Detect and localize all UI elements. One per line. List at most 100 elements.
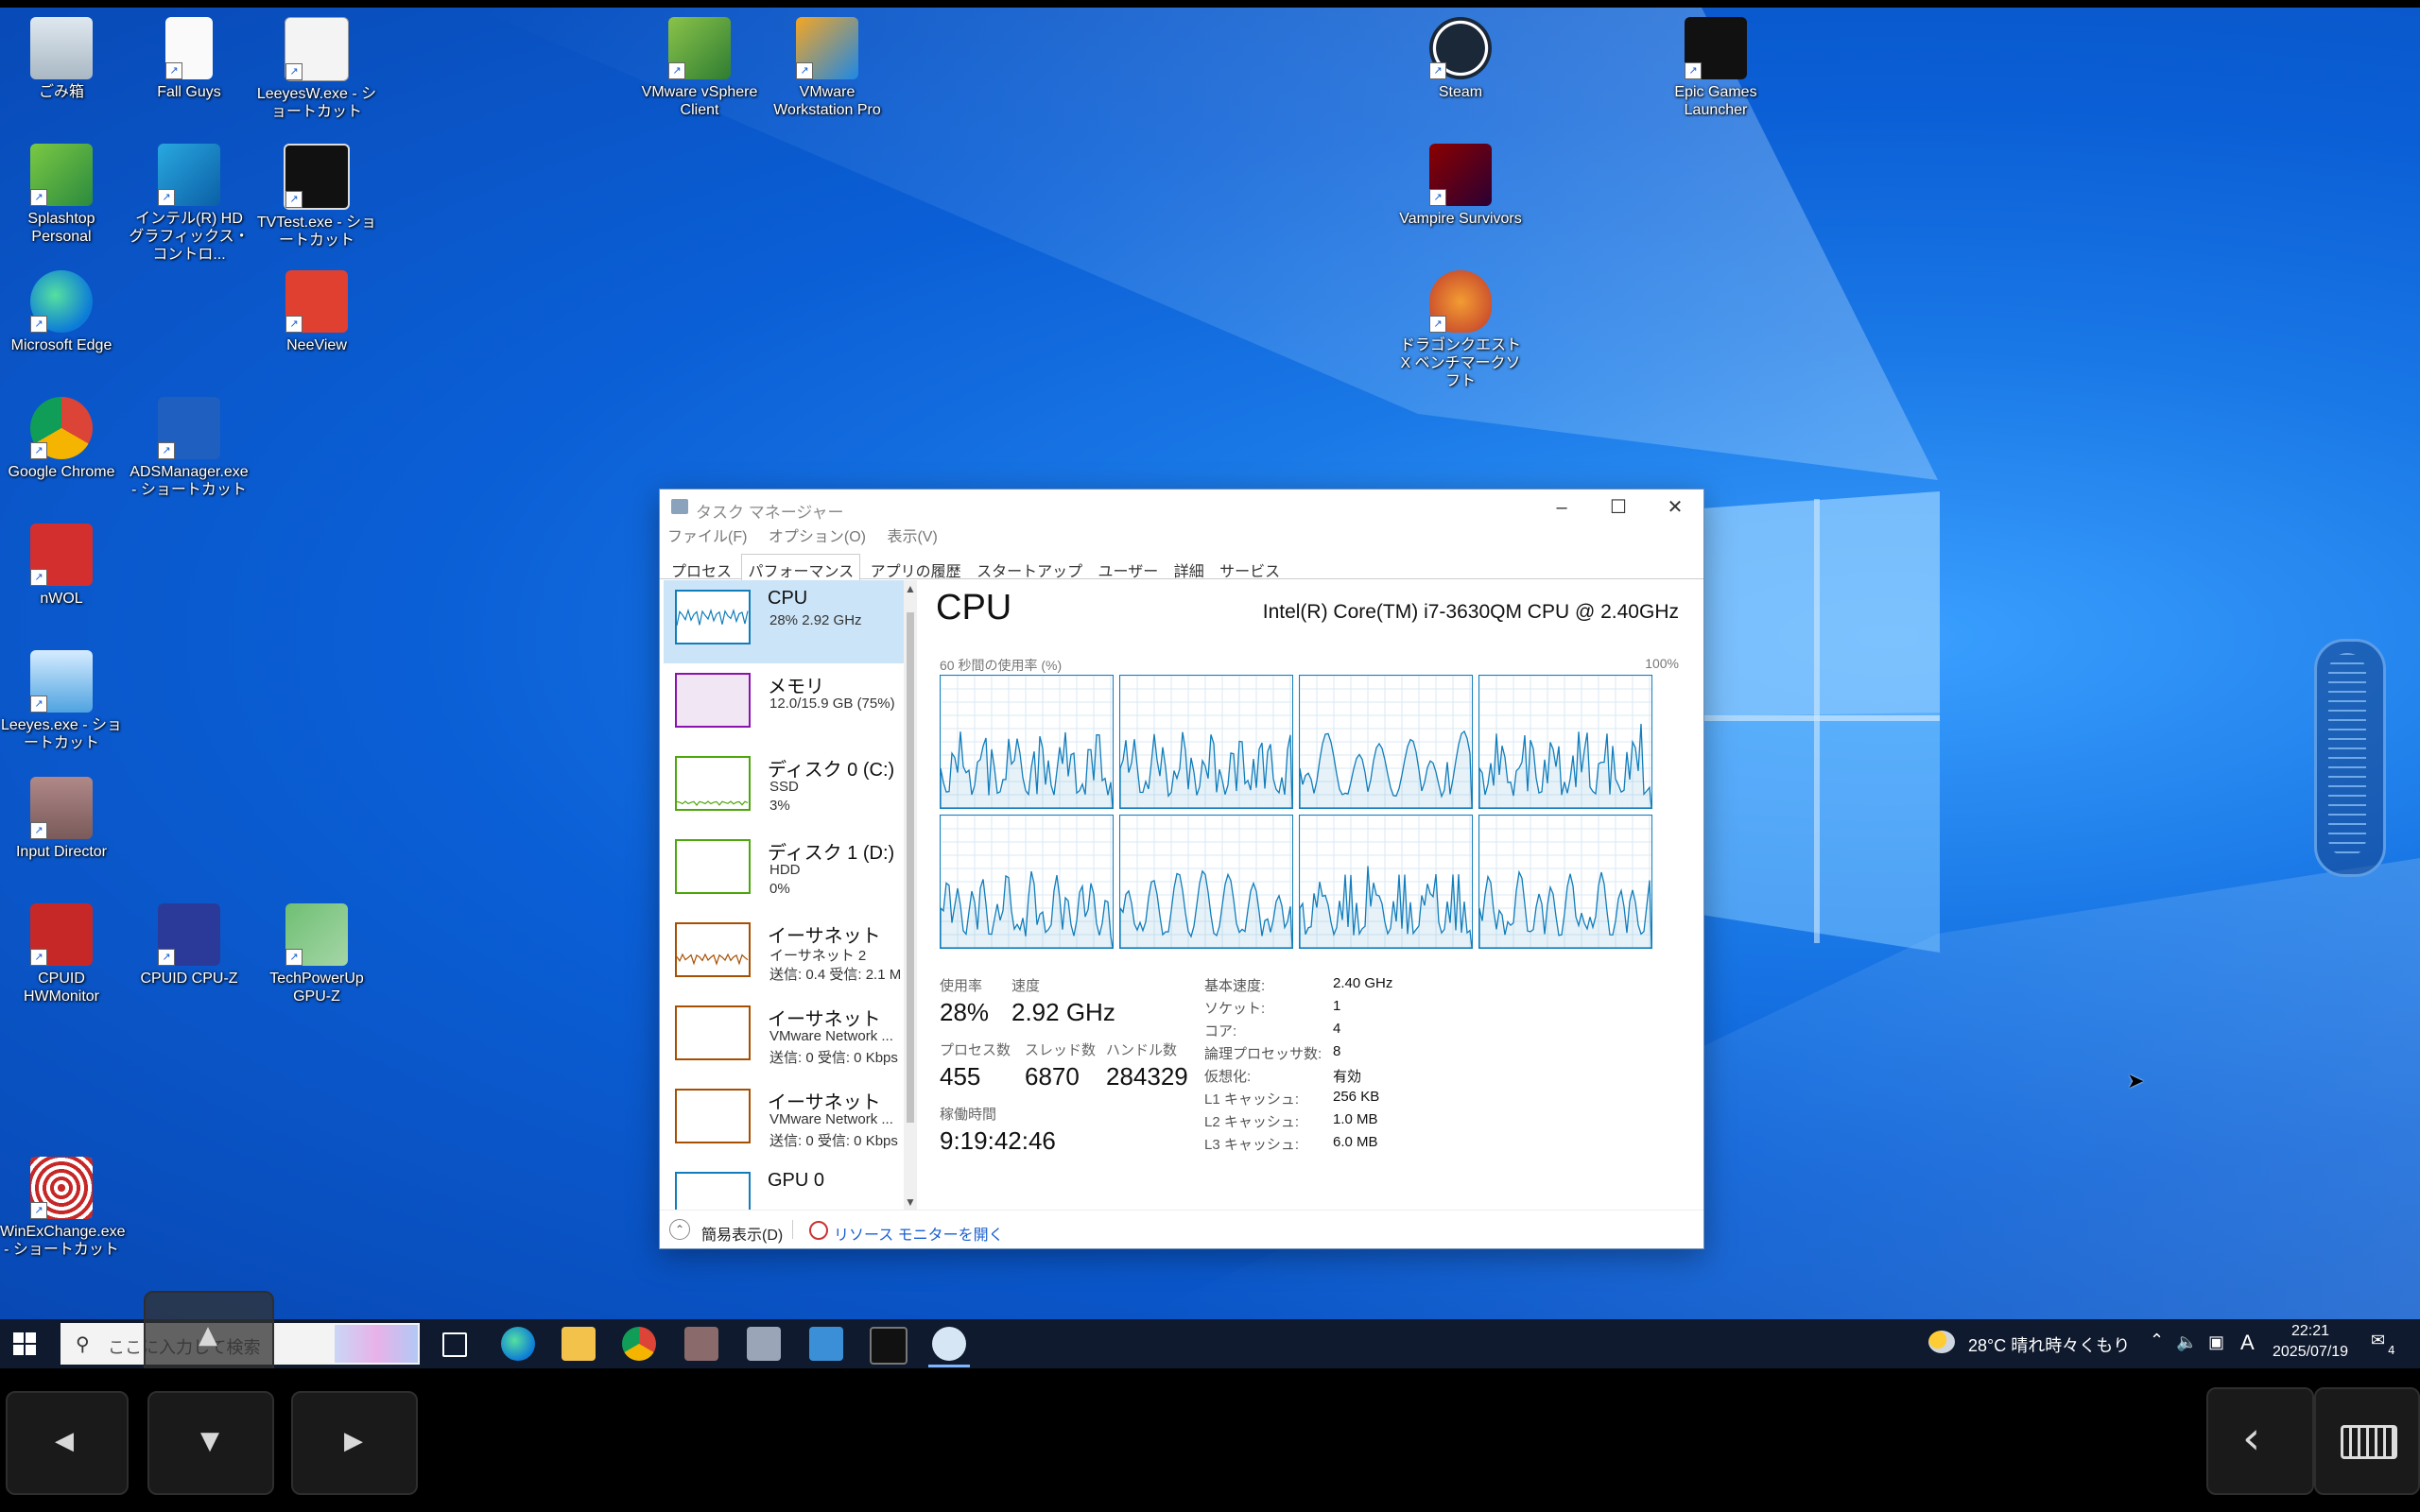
desktop-icon[interactable]: ↗ ドラゴンクエストX ベンチマークソフト (1399, 270, 1522, 393)
steam-icon: ↗ (1429, 17, 1492, 79)
cpu-title: CPU (936, 588, 1012, 627)
shortcut-arrow-icon: ↗ (285, 191, 302, 208)
resource-name: イーサネット (768, 1009, 881, 1030)
desktop-icon-label: ADSManager.exe - ショートカット (130, 464, 249, 498)
file-explorer-icon[interactable] (562, 1327, 596, 1361)
spec-label: 仮想化: (1204, 1069, 1252, 1085)
input-director-icon: ↗ (30, 777, 93, 839)
resource-item[interactable]: メモリ 12.0/15.9 GB (75%) (664, 663, 904, 747)
desktop-icon[interactable]: ↗ VMware Workstation Pro (766, 17, 889, 140)
resource-item[interactable]: ディスク 0 (C:) SSD 3% (664, 747, 904, 830)
resource-mini-graph (675, 673, 751, 728)
menu-bar: ファイル(F) オプション(O) 表示(V) (660, 525, 1703, 550)
desktop-icon[interactable]: ↗ Vampire Survivors (1399, 144, 1522, 266)
input-director-taskbar-icon[interactable] (684, 1327, 718, 1361)
desktop-icon-label: Vampire Survivors (1399, 211, 1522, 227)
desktop-icon[interactable]: ↗ ADSManager.exe - ショートカット (128, 397, 251, 520)
desktop-icon[interactable]: ↗ Splashtop Personal (0, 144, 123, 266)
desktop-icon-label: Input Director (15, 844, 108, 860)
desktop-icon[interactable]: ↗ NeeView (255, 270, 378, 393)
tab-bar: プロセス パフォーマンス アプリの履歴 スタートアップ ユーザー 詳細 サービス (660, 550, 1703, 586)
task-view-icon[interactable] (442, 1332, 467, 1357)
scroll-down-arrow-icon[interactable]: ▼ (904, 1195, 917, 1209)
db-icon: ↗ (158, 397, 220, 459)
desktop-icon[interactable]: ↗ TVTest.exe - ショートカット (255, 144, 378, 266)
shortcut-arrow-icon: ↗ (1685, 62, 1702, 79)
spec-value: 6.0 MB (1333, 1134, 1378, 1150)
desktop-icon[interactable]: ↗ Steam (1399, 17, 1522, 140)
resource-item[interactable]: イーサネット VMware Network ... 送信: 0 受信: 0 Kbps (664, 996, 904, 1079)
desktop-icon[interactable]: ↗ CPUID CPU-Z (128, 903, 251, 1026)
side-scroll-handle[interactable] (2314, 639, 2386, 877)
shortcut-arrow-icon: ↗ (1429, 62, 1446, 79)
remote-desktop-taskbar-icon[interactable] (809, 1327, 843, 1361)
desktop-icon[interactable]: ↗ WinExChange.exe - ショートカット (0, 1157, 126, 1280)
back-button[interactable]: ‹ (2206, 1387, 2314, 1495)
title-bar[interactable]: タスク マネージャー – ☐ ✕ (660, 490, 1703, 525)
resource-monitor-link[interactable]: リソース モニターを開く (834, 1222, 1004, 1245)
desktop-icon[interactable]: ↗ LeeyesW.exe - ショートカット (255, 17, 378, 140)
minimize-button[interactable]: – (1533, 490, 1590, 525)
resource-list-scrollbar[interactable]: ▲ ▼ (904, 580, 917, 1211)
scrollbar-thumb[interactable] (907, 612, 914, 1123)
cpu-core-graph (1299, 815, 1473, 949)
fewer-details-button[interactable]: 簡易表示(D) (701, 1222, 783, 1245)
close-button[interactable]: ✕ (1647, 490, 1703, 525)
shortcut-arrow-icon: ↗ (30, 316, 47, 333)
desktop-icon[interactable]: ごみ箱 (0, 17, 123, 140)
collapse-chevron-icon[interactable]: ⌃ (669, 1219, 690, 1240)
clock-date[interactable]: 2025/07/19 (2273, 1344, 2348, 1361)
left-arrow-icon: ◀ (55, 1427, 74, 1455)
resource-item[interactable]: イーサネット イーサネット 2 送信: 0.4 受信: 2.1 M (664, 913, 904, 996)
down-arrow-key[interactable]: ▼ (147, 1391, 274, 1495)
menu-options[interactable]: オプション(O) (769, 525, 866, 550)
maximize-button[interactable]: ☐ (1590, 490, 1647, 525)
desktop-icon[interactable]: ↗ Fall Guys (128, 17, 251, 140)
task-manager-window[interactable]: タスク マネージャー – ☐ ✕ ファイル(F) オプション(O) 表示(V) … (659, 489, 1704, 1249)
resource-item[interactable]: CPU 28% 2.92 GHz (664, 580, 904, 663)
ime-mode-indicator[interactable]: A (2240, 1331, 2255, 1355)
cpu-core-graph (1299, 675, 1473, 809)
weather-icon[interactable] (1928, 1331, 1955, 1353)
hwmonitor-icon: ↗ (30, 903, 93, 966)
desktop-icon[interactable]: ↗ Input Director (0, 777, 123, 900)
cpu-core-graph (1119, 815, 1293, 949)
resource-mini-graph (675, 1172, 751, 1211)
notification-icon[interactable]: ✉ (2371, 1331, 2385, 1350)
terminal-taskbar-icon[interactable] (870, 1327, 908, 1365)
clock-time[interactable]: 22:21 (2280, 1323, 2341, 1340)
desktop-icon[interactable]: ↗ Leeyes.exe - ショートカット (0, 650, 123, 773)
resource-item[interactable]: イーサネット VMware Network ... 送信: 0 受信: 0 Kbps (664, 1079, 904, 1162)
chrome-taskbar-icon[interactable] (622, 1327, 656, 1361)
desktop-icon[interactable]: ↗ Microsoft Edge (0, 270, 123, 393)
desktop-icon[interactable]: ↗ インテル(R) HD グラフィックス・コントロ... (128, 144, 251, 266)
desktop-icon-label: Microsoft Edge (10, 337, 112, 353)
network-icon[interactable]: ▣ (2208, 1332, 2224, 1352)
volume-muted-icon[interactable]: 🔈 (2176, 1332, 2197, 1352)
menu-view[interactable]: 表示(V) (887, 525, 937, 550)
resource-item[interactable]: ディスク 1 (D:) HDD 0% (664, 830, 904, 913)
desktop-icon[interactable]: ↗ VMware vSphere Client (638, 17, 761, 140)
resource-item[interactable]: GPU 0 (664, 1162, 904, 1211)
desktop-icon[interactable]: ↗ nWOL (0, 524, 123, 646)
keyboard-button[interactable] (2314, 1387, 2420, 1495)
scroll-up-arrow-icon[interactable]: ▲ (904, 582, 917, 595)
right-arrow-key[interactable]: ▶ (291, 1391, 418, 1495)
resource-mini-graph (675, 922, 751, 977)
task-manager-taskbar-icon[interactable] (932, 1327, 966, 1361)
up-arrow-icon: ▲ (199, 1321, 217, 1349)
shortcut-arrow-icon: ↗ (158, 442, 175, 459)
uptime-label: 稼働時間 (940, 1107, 997, 1123)
menu-file[interactable]: ファイル(F) (667, 525, 747, 550)
edge-taskbar-icon[interactable] (501, 1327, 535, 1361)
desktop-icon[interactable]: ↗ Google Chrome (0, 397, 123, 520)
start-windows-icon[interactable] (13, 1332, 36, 1355)
desktop-icon[interactable]: ↗ CPUID HWMonitor (0, 903, 123, 1026)
desktop-icon[interactable]: ↗ TechPowerUp GPU-Z (255, 903, 378, 1026)
tray-overflow-chevron-icon[interactable]: ⌃ (2150, 1331, 2164, 1350)
desktop-icon[interactable]: ↗ Epic Games Launcher (1654, 17, 1777, 140)
weather-text[interactable]: 28°C 晴れ時々くもり (1968, 1332, 2130, 1357)
app-taskbar-icon[interactable] (747, 1327, 781, 1361)
left-arrow-key[interactable]: ◀ (6, 1391, 129, 1495)
desktop-icon-label: LeeyesW.exe - ショートカット (256, 86, 377, 120)
